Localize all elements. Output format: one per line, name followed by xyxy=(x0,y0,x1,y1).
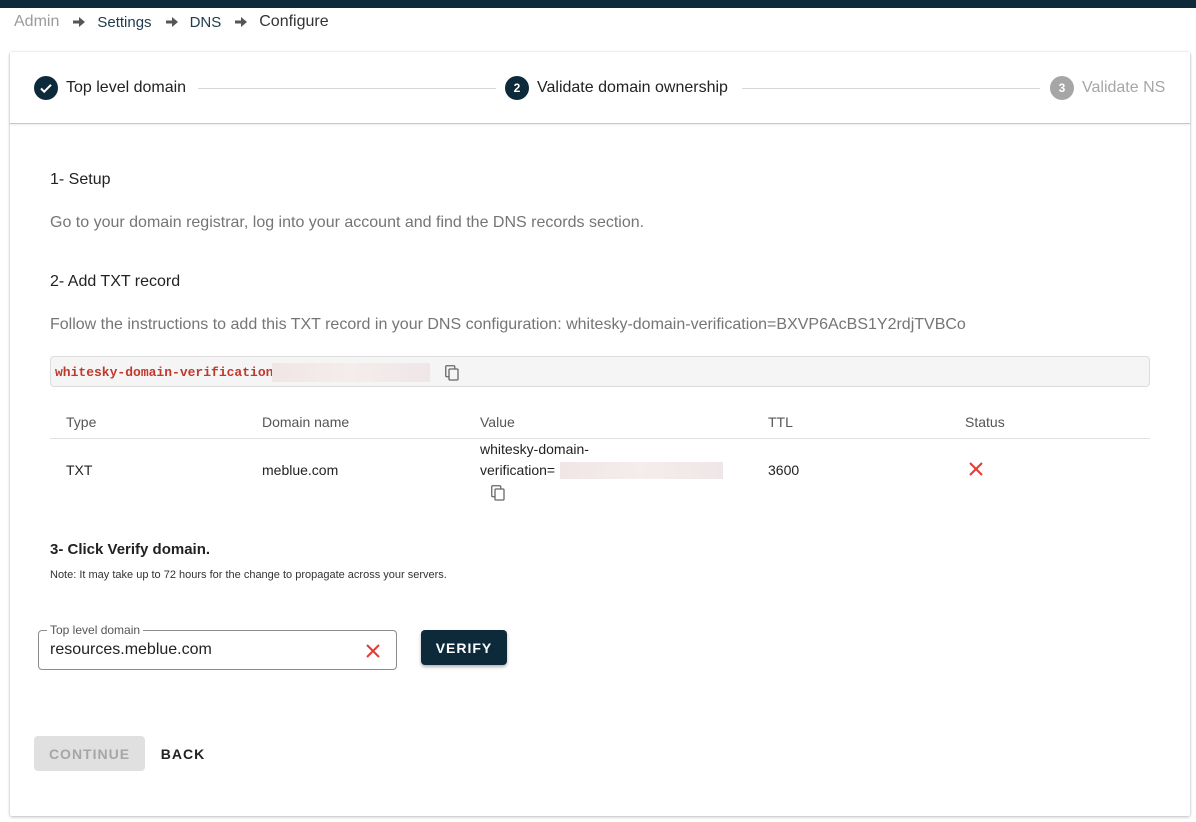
column-header-type: Type xyxy=(66,414,97,430)
top-level-domain-field[interactable]: Top level domain resources.meblue.com xyxy=(38,623,397,670)
cell-type: TXT xyxy=(66,462,93,478)
table-header-divider xyxy=(50,438,1150,439)
column-header-value: Value xyxy=(480,414,515,430)
cell-value-line1: whitesky-domain- xyxy=(480,441,589,457)
check-circle-icon xyxy=(34,76,58,100)
verify-button[interactable]: VERIFY xyxy=(421,630,507,665)
clear-icon[interactable] xyxy=(364,642,382,660)
step-validate-ns: 3 Validate NS xyxy=(1050,76,1165,100)
txt-record-code-block: whitesky-domain-verification= xyxy=(50,356,1150,387)
arrow-right-icon xyxy=(73,17,86,27)
breadcrumb: Admin Settings DNS Configure xyxy=(14,12,329,32)
txt-record-code: whitesky-domain-verification= xyxy=(55,365,282,380)
arrow-right-icon xyxy=(235,17,248,27)
setup-text: Go to your domain registrar, log into yo… xyxy=(50,214,645,231)
field-label: Top level domain xyxy=(47,623,144,637)
column-header-domain: Domain name xyxy=(262,414,350,430)
redacted-value xyxy=(560,462,723,479)
cell-value-line2: verification= xyxy=(480,462,556,478)
cell-domain: meblue.com xyxy=(262,462,339,478)
status-failed-icon xyxy=(968,461,984,480)
step-connector xyxy=(198,88,496,89)
breadcrumb-dns[interactable]: DNS xyxy=(190,14,222,31)
arrow-right-icon xyxy=(165,17,178,27)
breadcrumb-settings[interactable]: Settings xyxy=(97,14,151,31)
field-value[interactable]: resources.meblue.com xyxy=(50,641,212,659)
column-header-ttl: TTL xyxy=(768,414,793,430)
stepper: Top level domain 2 Validate domain owner… xyxy=(10,52,1190,124)
txt-record-heading: 2- Add TXT record xyxy=(50,273,181,290)
continue-button[interactable]: CONTINUE xyxy=(34,736,145,771)
step-connector xyxy=(742,88,1040,89)
setup-heading: 1- Setup xyxy=(50,171,111,188)
step-number: 2 xyxy=(505,76,529,100)
configure-card: Top level domain 2 Validate domain owner… xyxy=(10,52,1190,816)
txt-record-text: Follow the instructions to add this TXT … xyxy=(50,316,966,333)
step-number: 3 xyxy=(1050,76,1074,100)
breadcrumb-configure: Configure xyxy=(259,13,329,30)
verify-heading: 3- Click Verify domain. xyxy=(50,541,211,558)
copy-icon[interactable] xyxy=(490,485,506,501)
column-header-status: Status xyxy=(965,414,1005,430)
step-label: Validate NS xyxy=(1082,79,1166,96)
step-label: Validate domain ownership xyxy=(537,79,728,96)
top-app-bar xyxy=(0,0,1196,8)
step-validate-ownership[interactable]: 2 Validate domain ownership xyxy=(505,76,728,100)
cell-ttl: 3600 xyxy=(768,462,800,478)
propagation-note: Note: It may take up to 72 hours for the… xyxy=(50,569,447,581)
step-label: Top level domain xyxy=(66,79,187,96)
step-top-level-domain[interactable]: Top level domain xyxy=(34,76,186,100)
copy-icon[interactable] xyxy=(444,365,460,381)
breadcrumb-admin[interactable]: Admin xyxy=(14,13,59,31)
redacted-value xyxy=(272,363,430,382)
back-button[interactable]: BACK xyxy=(153,736,213,771)
